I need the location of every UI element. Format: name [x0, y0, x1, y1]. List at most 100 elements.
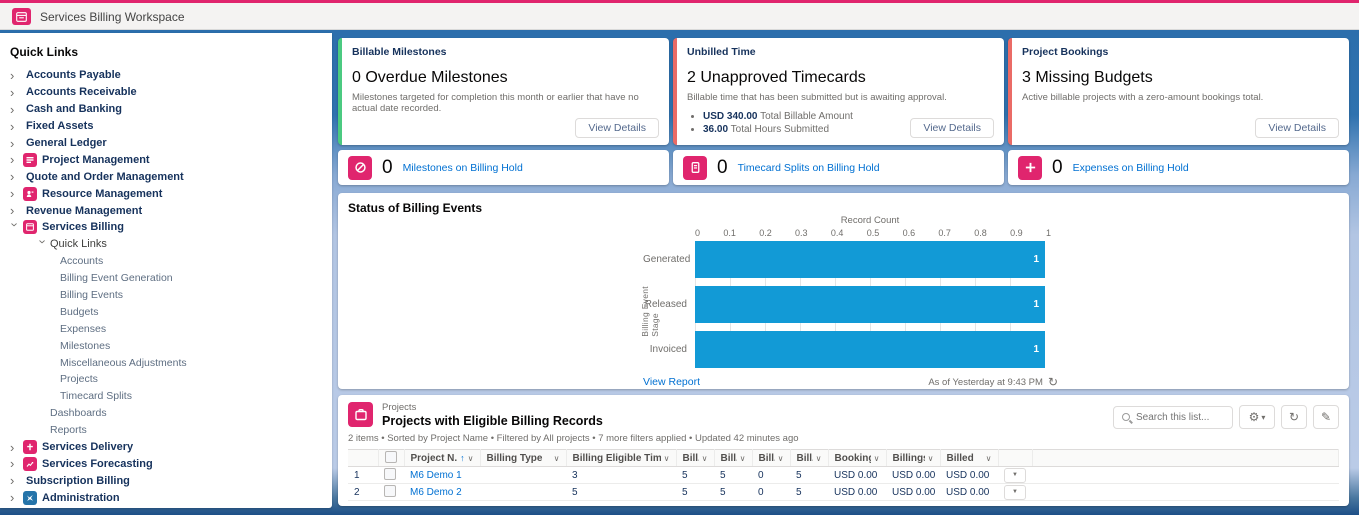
view-details-button[interactable]: View Details — [575, 118, 659, 138]
row-select-cell — [378, 483, 404, 501]
chevron-right-icon: › — [10, 203, 15, 219]
sidebar-item-services-billing[interactable]: › Services Billing — [0, 219, 332, 236]
chevron-right-icon: › — [10, 101, 15, 117]
column-header-bookings[interactable]: Bookings∨ — [828, 449, 887, 467]
workspace-app-icon — [12, 8, 31, 25]
list-refresh-button[interactable]: ↻ — [1281, 405, 1307, 429]
card-title: 0 Overdue Milestones — [352, 69, 508, 86]
cell-bill-1: 5 — [676, 483, 714, 501]
row-actions-button[interactable]: ▼ — [1004, 467, 1026, 483]
project-link[interactable]: M6 Demo 2 — [410, 487, 462, 498]
sidebar-item-accounts-receivable[interactable]: › Accounts Receivable — [0, 84, 332, 101]
bar-value-label: 1 — [1033, 344, 1039, 355]
bar-row-invoiced: Invoiced 1 — [643, 331, 1058, 368]
sidebar-item-services-forecasting[interactable]: › Services Forecasting — [0, 455, 332, 472]
select-all-checkbox[interactable] — [384, 450, 397, 463]
row-checkbox[interactable] — [384, 484, 396, 497]
chevron-down-icon[interactable]: ∨ — [664, 454, 670, 463]
project-management-icon — [23, 152, 37, 167]
bar-released[interactable]: 1 — [695, 286, 1045, 323]
sidebar-item-revenue-management[interactable]: › Revenue Management — [0, 202, 332, 219]
sidebar-item-accounts[interactable]: Accounts — [0, 253, 332, 270]
column-header-bill-4[interactable]: Bill...∨ — [790, 449, 829, 467]
cell-bill-4: 5 — [790, 466, 828, 484]
sidebar-item-general-ledger[interactable]: › General Ledger — [0, 135, 332, 152]
bar-row-generated: Generated 1 — [643, 241, 1058, 278]
project-link[interactable]: M6 Demo 1 — [410, 470, 462, 481]
cell-row-actions: ▼ — [998, 466, 1032, 484]
table-header-row: Project N...↑∨ Billing Type∨ Billing Eli… — [348, 449, 1339, 467]
column-header-billings[interactable]: Billings∨ — [886, 449, 941, 467]
column-header-project-name[interactable]: Project N...↑∨ — [404, 449, 481, 467]
chevron-down-icon[interactable]: ∨ — [986, 454, 992, 463]
chevron-down-icon[interactable]: ∨ — [778, 454, 784, 463]
row-select-cell — [378, 466, 404, 484]
sidebar-item-dashboards[interactable]: Dashboards — [0, 405, 332, 422]
sidebar-item-subscription-billing[interactable]: › Subscription Billing — [0, 472, 332, 489]
list-edit-button[interactable]: ✎ — [1313, 405, 1339, 429]
column-header-billing-eligible-timecards[interactable]: Billing Eligible Timecard...∨ — [566, 449, 677, 467]
column-header-bill-1[interactable]: Bill...∨ — [676, 449, 715, 467]
top-bar: Services Billing Workspace — [0, 0, 1359, 30]
cell-billed: USD 0.00 — [940, 466, 998, 484]
cell-project-name: M6 Demo 2 — [404, 483, 480, 501]
chevron-down-icon[interactable]: ∨ — [816, 454, 822, 463]
bar-generated[interactable]: 1 — [695, 241, 1045, 278]
plot-area: Billing Event Stage Generated 1 Released… — [640, 241, 1058, 368]
column-header-bill-2[interactable]: Bill...∨ — [714, 449, 753, 467]
timecard-splits-on-billing-hold-link[interactable]: Timecard Splits on Billing Hold — [738, 162, 880, 174]
milestones-on-billing-hold-link[interactable]: Milestones on Billing Hold — [403, 162, 523, 174]
chevron-down-icon[interactable]: ∨ — [554, 454, 560, 463]
card-eyebrow: Project Bookings — [1022, 46, 1109, 58]
sidebar-item-billing-event-generation[interactable]: Billing Event Generation — [0, 270, 332, 287]
search-input[interactable] — [1136, 411, 1224, 423]
bar-value-label: 1 — [1033, 299, 1039, 310]
sidebar-item-resource-management[interactable]: › Resource Management — [0, 185, 332, 202]
sidebar-item-billing-events[interactable]: Billing Events — [0, 287, 332, 304]
column-header-billing-type[interactable]: Billing Type ∨ — [480, 449, 567, 467]
sidebar-item-accounts-payable[interactable]: › Accounts Payable — [0, 67, 332, 84]
chevron-down-icon[interactable]: ∨ — [874, 454, 880, 463]
quick-links-sidebar: Quick Links › Accounts Payable › Accounts … — [0, 33, 332, 508]
chevron-down-icon[interactable]: ∨ — [740, 454, 746, 463]
filler-cell — [1032, 483, 1339, 501]
x-axis-label: Record Count — [840, 215, 900, 226]
cell-bookings: USD 0.00 — [828, 483, 886, 501]
sidebar-item-administration[interactable]: › Administration — [0, 489, 332, 506]
chevron-down-icon[interactable]: ∨ — [928, 454, 934, 463]
sidebar-item-cash-and-banking[interactable]: › Cash and Banking — [0, 101, 332, 118]
sidebar-item-reports[interactable]: Reports — [0, 422, 332, 439]
sidebar-item-services-delivery[interactable]: › Services Delivery — [0, 439, 332, 456]
cell-row-actions: ▼ — [998, 483, 1032, 501]
sidebar-item-quote-and-order-management[interactable]: › Quote and Order Management — [0, 168, 332, 185]
bar-invoiced[interactable]: 1 — [695, 331, 1045, 368]
sidebar-item-miscellaneous-adjustments[interactable]: Miscellaneous Adjustments — [0, 354, 332, 371]
expenses-on-billing-hold-link[interactable]: Expenses on Billing Hold — [1073, 162, 1189, 174]
sidebar-item-timecard-splits[interactable]: Timecard Splits — [0, 388, 332, 405]
list-settings-button[interactable]: ⚙ ▾ — [1239, 405, 1275, 429]
row-actions-button[interactable]: ▼ — [1004, 484, 1026, 500]
chevron-down-icon[interactable]: ∨ — [702, 454, 708, 463]
cell-billing-type — [480, 466, 566, 484]
card-eyebrow: Billable Milestones — [352, 46, 447, 58]
cell-bill-3: 0 — [752, 483, 790, 501]
sidebar-item-budgets[interactable]: Budgets — [0, 303, 332, 320]
view-report-link[interactable]: View Report — [643, 376, 700, 388]
sidebar-item-fixed-assets[interactable]: › Fixed Assets — [0, 118, 332, 135]
column-header-billed[interactable]: Billed ∨ — [940, 449, 999, 467]
card-description: Active billable projects with a zero-amo… — [1022, 92, 1264, 103]
view-details-button[interactable]: View Details — [910, 118, 994, 138]
sidebar-item-projects[interactable]: Projects — [0, 371, 332, 388]
chevron-right-icon: › — [10, 118, 15, 134]
sidebar-item-expenses[interactable]: Expenses — [0, 320, 332, 337]
sort-asc-icon: ↑ — [460, 453, 465, 463]
chart-refresh-icon[interactable]: ↻ — [1048, 375, 1058, 389]
cell-bill-1: 5 — [676, 466, 714, 484]
view-details-button[interactable]: View Details — [1255, 118, 1339, 138]
sidebar-item-quick-links-nested[interactable]: › Quick Links — [0, 236, 332, 253]
column-header-bill-3[interactable]: Bill...∨ — [752, 449, 791, 467]
row-checkbox[interactable] — [384, 467, 396, 480]
chevron-down-icon[interactable]: ∨ — [468, 454, 474, 463]
sidebar-item-project-management[interactable]: › Project Management — [0, 151, 332, 168]
sidebar-item-milestones[interactable]: Milestones — [0, 337, 332, 354]
